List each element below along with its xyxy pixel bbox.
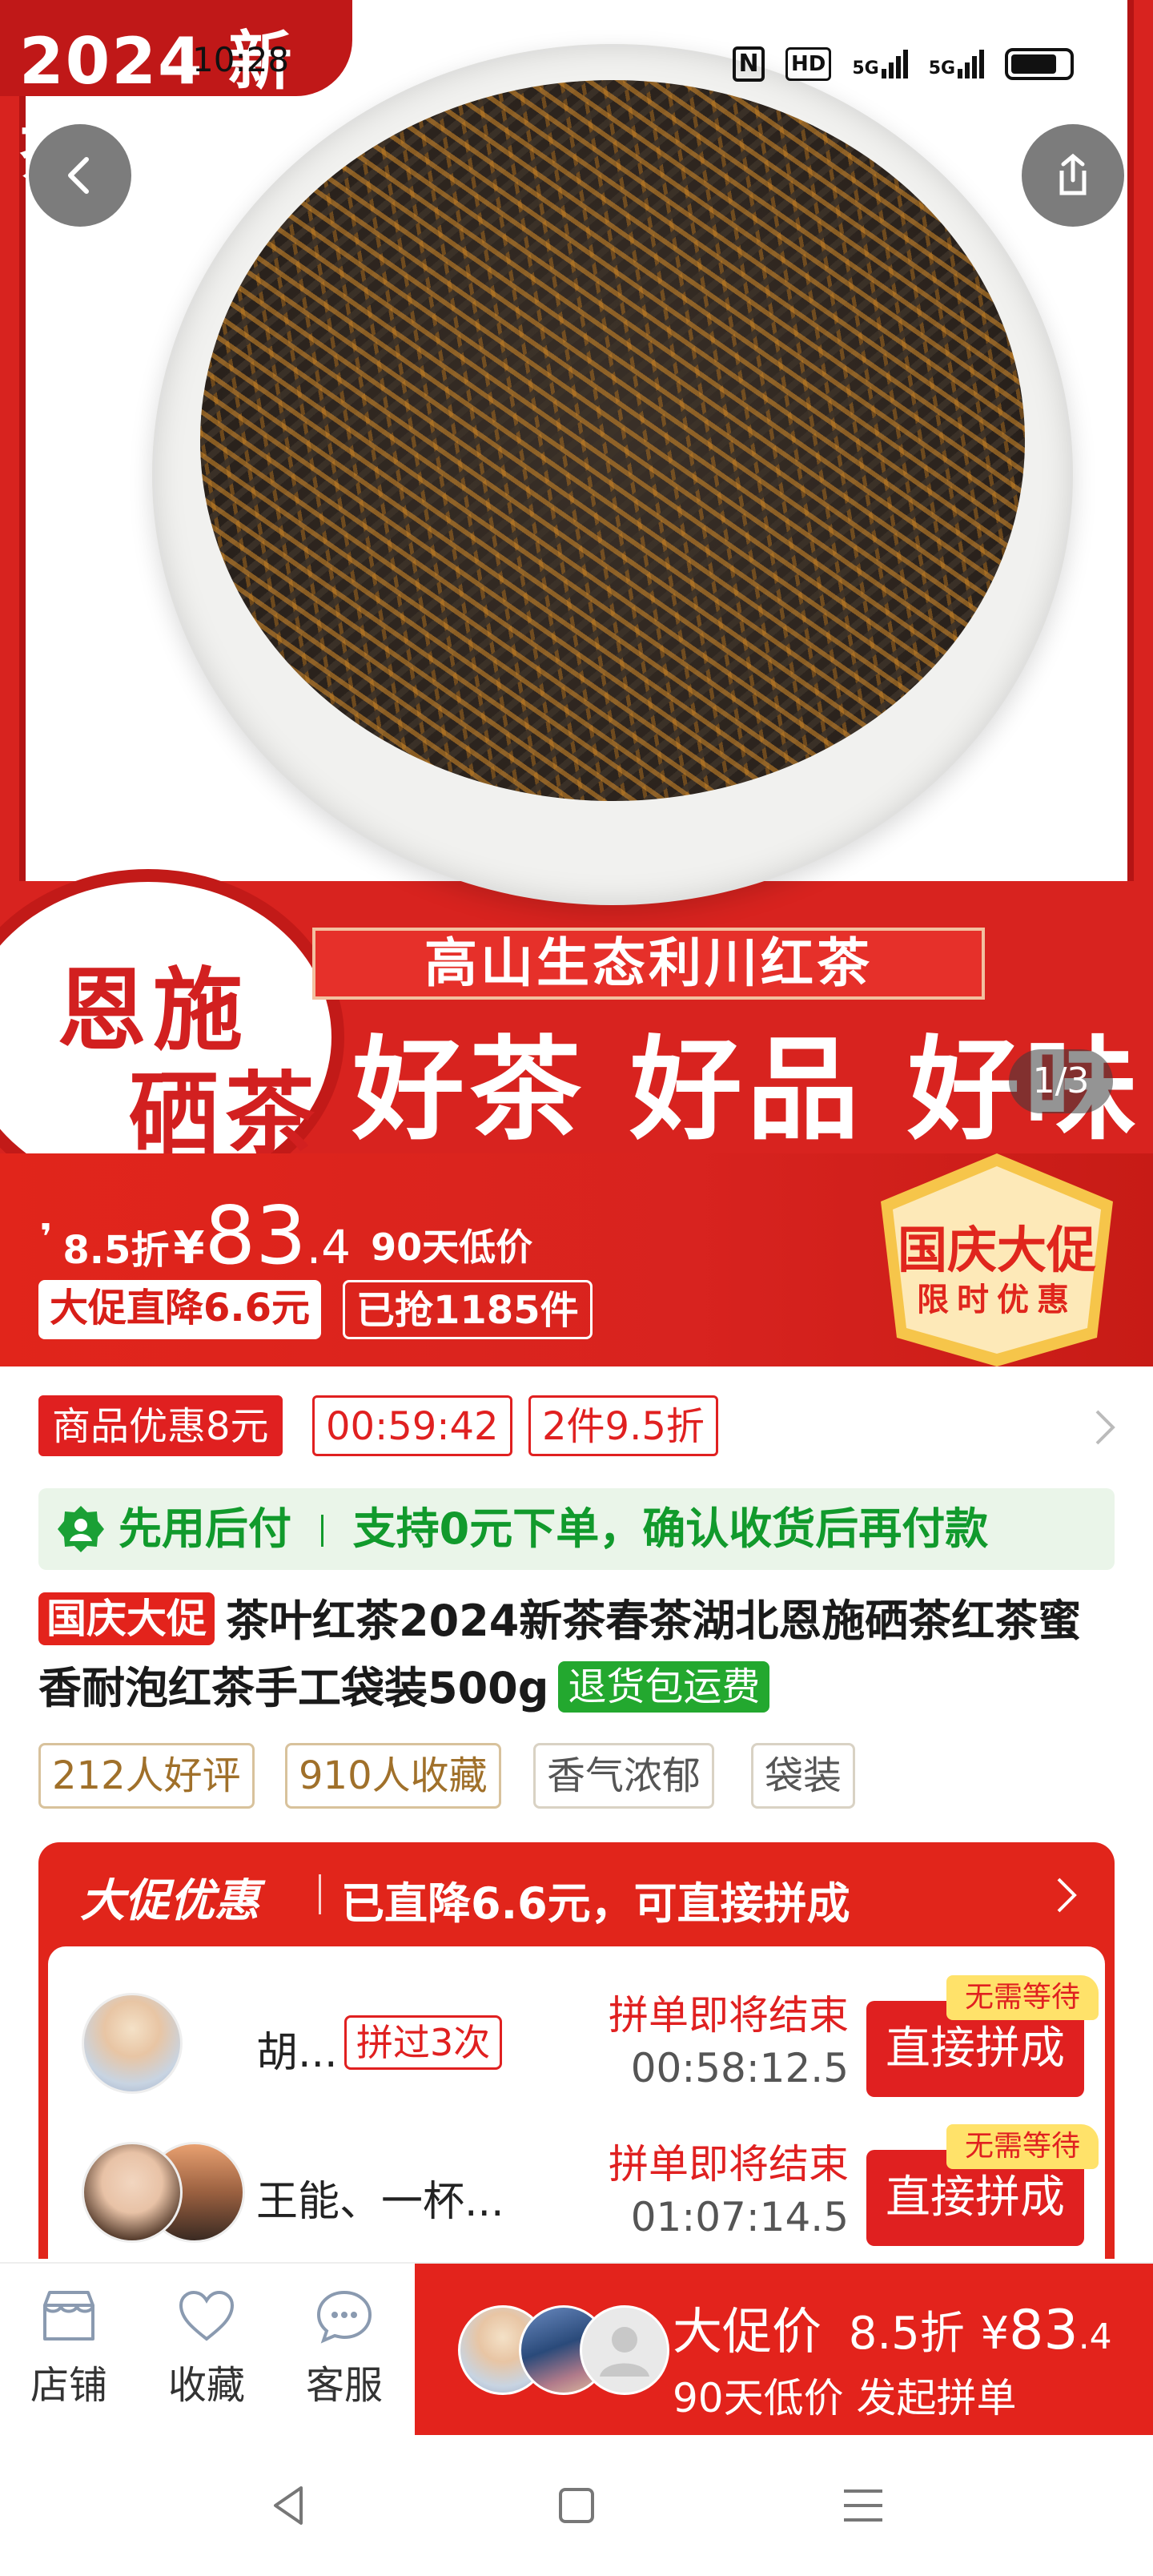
promo-title-tag: 国庆大促 bbox=[38, 1592, 215, 1645]
badge-line2: 限时优惠 bbox=[917, 1282, 1077, 1318]
promo-header[interactable]: 大促优惠 已直降6.6元，可直接拼成 bbox=[38, 1842, 1115, 1946]
pay-later-bar[interactable]: 先用后付 支持0元下单，确认收货后再付款 bbox=[38, 1488, 1115, 1570]
buy-price-decimal: .4 bbox=[1078, 2316, 1112, 2357]
divider bbox=[319, 1874, 321, 1914]
badge-line1: 国庆大促 bbox=[897, 1221, 1096, 1279]
chip-aroma[interactable]: 香气浓郁 bbox=[533, 1743, 715, 1809]
multi-buy-tag[interactable]: 2件9.5折 bbox=[528, 1395, 718, 1456]
avatar bbox=[82, 2142, 183, 2243]
nav-menu-icon[interactable] bbox=[839, 2483, 887, 2528]
chevron-right-icon[interactable] bbox=[1089, 1405, 1121, 1450]
shop-button[interactable]: 店铺 bbox=[5, 2288, 133, 2409]
buy-price-integer: 83 bbox=[1009, 2299, 1079, 2362]
nav-back-icon[interactable] bbox=[264, 2481, 312, 2530]
chip-package[interactable]: 袋装 bbox=[751, 1743, 856, 1809]
group-ending-label: 拼单即将结束 bbox=[609, 2141, 849, 2188]
favorite-label: 收藏 bbox=[167, 2363, 245, 2408]
currency-symbol: ¥ bbox=[173, 1222, 205, 1274]
heart-icon bbox=[179, 2290, 235, 2341]
group-ending-label: 拼单即将结束 bbox=[609, 1992, 849, 2039]
buy-subtitle: 90天低价 发起拼单 bbox=[673, 2375, 1017, 2421]
buy-price-prefix: 大促价 bbox=[673, 2302, 822, 2361]
return-shipping-tag: 退货包运费 bbox=[558, 1661, 770, 1713]
status-icons: N HD 5G 5G bbox=[733, 40, 1075, 88]
chevron-right-icon bbox=[1057, 1878, 1077, 1913]
shop-label: 店铺 bbox=[30, 2363, 107, 2408]
no-wait-badge: 无需等待 bbox=[946, 2124, 1099, 2169]
status-time: 10:28 bbox=[192, 40, 290, 79]
group-history-badge: 拼过3次 bbox=[344, 2015, 503, 2070]
year-tag: 2024 新茶 bbox=[0, 0, 352, 191]
share-button[interactable] bbox=[1022, 124, 1124, 227]
battery-icon bbox=[1005, 48, 1075, 80]
group-user-name: 胡... bbox=[256, 2029, 338, 2077]
back-button[interactable] bbox=[29, 124, 131, 227]
price-banner: ❜ 8.5折 ¥83.4 90天低价 大促直降6.6元 已抢1185件 国庆大促… bbox=[0, 1153, 1153, 1366]
user-icon bbox=[600, 2327, 649, 2377]
group-user-name: 王能、一杯... bbox=[256, 2178, 504, 2226]
favorite-button[interactable]: 收藏 bbox=[143, 2288, 271, 2409]
share-icon bbox=[1059, 153, 1087, 195]
group-countdown: 01:07:14.5 bbox=[630, 2194, 849, 2240]
promo-header-text: 已直降6.6元，可直接拼成 bbox=[341, 1878, 850, 1929]
image-pager: 1/3 bbox=[1009, 1049, 1113, 1113]
product-image-carousel[interactable]: 2024 新茶 10:28 N HD 5G 5G 恩施 硒茶 高山生态利川红茶 … bbox=[0, 0, 1153, 1153]
sold-count-tag: 已抢1185件 bbox=[343, 1280, 593, 1339]
promo-group-buy-panel: 大促优惠 已直降6.6元，可直接拼成 胡... 拼过3次 拼单即将结束 00:5… bbox=[38, 1842, 1115, 2259]
pay-later-title: 先用后付 bbox=[119, 1503, 291, 1554]
pay-later-icon bbox=[58, 1506, 104, 1552]
pay-later-desc: 支持0元下单，确认收货后再付款 bbox=[352, 1503, 989, 1554]
promo-body: 胡... 拼过3次 拼单即将结束 00:58:12.5 直接拼成 无需等待 王能… bbox=[48, 1946, 1105, 2259]
nav-home-icon[interactable] bbox=[554, 2483, 599, 2528]
nfc-icon: N bbox=[733, 46, 765, 82]
system-nav-bar bbox=[0, 2435, 1153, 2576]
promo-drop-tag: 大促直降6.6元 bbox=[38, 1280, 322, 1339]
group-row: 王能、一杯... 拼单即将结束 01:07:14.5 直接拼成 无需等待 bbox=[48, 2124, 1105, 2259]
coupon-tag[interactable]: 商品优惠8元 bbox=[38, 1395, 283, 1456]
buy-currency: ¥ bbox=[980, 2308, 1010, 2360]
no-wait-badge: 无需等待 bbox=[946, 1975, 1099, 2020]
price-decimal: .4 bbox=[306, 1220, 352, 1274]
start-group-buy-button[interactable]: 大促价 8.5折 ¥83.4 90天低价 发起拼单 bbox=[415, 2264, 1153, 2437]
group-countdown: 00:58:12.5 bbox=[630, 2045, 849, 2091]
flash-icon: ❜ bbox=[40, 1217, 53, 1258]
promo-logo: 大促优惠 bbox=[80, 1875, 259, 1927]
price-integer: 83 bbox=[204, 1189, 307, 1282]
tea-leaves-image bbox=[200, 80, 1025, 801]
avatar-placeholder bbox=[580, 2305, 669, 2395]
banner-origin-circle: 恩施 硒茶 bbox=[0, 869, 344, 1153]
coupon-timer: 00:59:42 bbox=[312, 1395, 512, 1456]
shop-icon bbox=[43, 2291, 94, 2341]
discount-label: 8.5折 bbox=[62, 1228, 170, 1273]
divider bbox=[320, 1515, 323, 1547]
banner-strip: 高山生态利川红茶 bbox=[312, 928, 985, 1000]
bottom-action-bar: 店铺 收藏 客服 大促价 8.5折 ¥83.4 90天低价 发起拼单 bbox=[0, 2262, 1153, 2437]
national-day-badge: 国庆大促 限时优惠 bbox=[857, 1153, 1137, 1366]
signal-5g-icon: 5G bbox=[852, 50, 908, 78]
avatar bbox=[82, 1993, 183, 2094]
group-row: 胡... 拼过3次 拼单即将结束 00:58:12.5 直接拼成 无需等待 bbox=[48, 1975, 1105, 2123]
customer-service-button[interactable]: 客服 bbox=[280, 2288, 408, 2409]
low-price-label: 90天低价 bbox=[371, 1226, 533, 1269]
banner-origin-line2: 硒茶 bbox=[129, 1063, 321, 1153]
chevron-left-icon bbox=[68, 157, 89, 194]
chip-reviews[interactable]: 212人好评 bbox=[38, 1743, 255, 1809]
hd-icon: HD bbox=[785, 47, 832, 81]
price-line: ❜ 8.5折 ¥83.4 90天低价 bbox=[40, 1189, 532, 1282]
chip-favorites[interactable]: 910人收藏 bbox=[285, 1743, 501, 1809]
product-title-block: 国庆大促 茶叶红茶2024新茶春茶湖北恩施硒茶红茶蜜香耐泡红茶手工袋装500g 退货… bbox=[38, 1588, 1119, 1722]
buy-discount: 8.5折 bbox=[848, 2308, 965, 2360]
buy-price-line: 大促价 8.5折 ¥83.4 bbox=[673, 2291, 1112, 2363]
chat-icon bbox=[316, 2290, 372, 2344]
service-label: 客服 bbox=[305, 2363, 383, 2408]
signal-5g-icon-2: 5G bbox=[929, 50, 985, 78]
